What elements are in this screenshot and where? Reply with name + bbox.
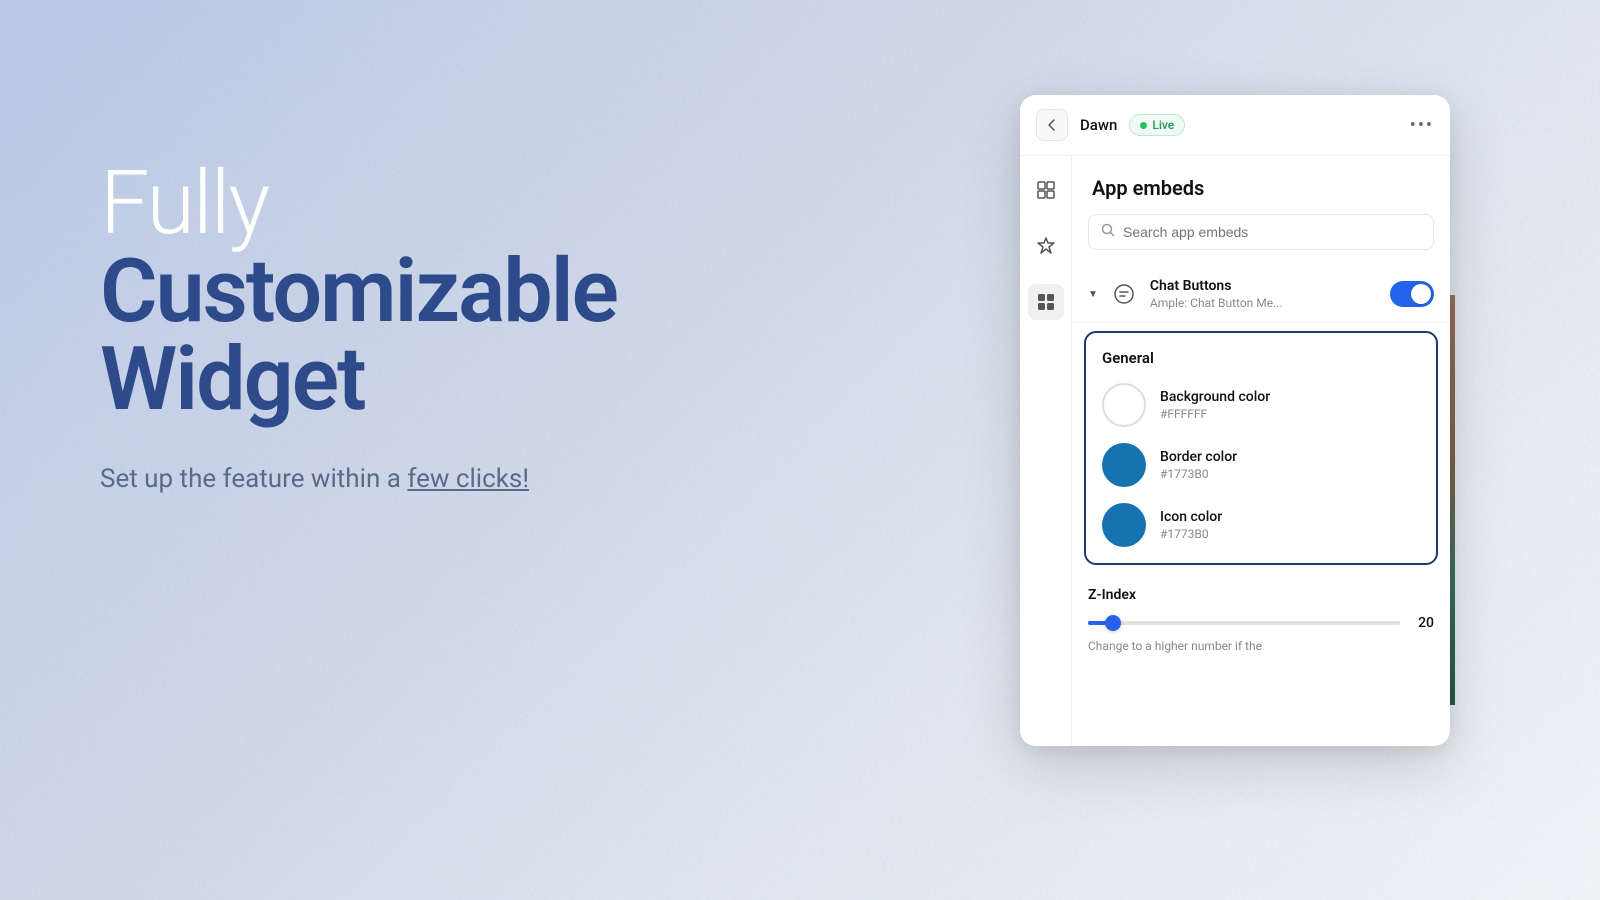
color-row-icon: Icon color #1773B0 — [1102, 503, 1420, 547]
color-info-icon: Icon color #1773B0 — [1160, 509, 1222, 541]
subtitle-pre: Set up the feature within a — [100, 464, 407, 494]
general-panel: General Background color #FFFFFF Bor — [1084, 331, 1438, 565]
icon-color-swatch[interactable] — [1102, 503, 1146, 547]
panel-container: Dawn Live ••• — [1020, 95, 1450, 746]
headline-line1: Fully — [100, 160, 617, 248]
chat-icon — [1108, 278, 1140, 310]
expand-arrow[interactable]: ▼ — [1088, 289, 1098, 300]
section-title: App embeds — [1072, 156, 1450, 214]
embed-row-chat: ▼ Chat Buttons Ample: Chat Button Me... — [1072, 266, 1450, 323]
color-info-border: Border color #1773B0 — [1160, 449, 1237, 481]
border-color-swatch[interactable] — [1102, 443, 1146, 487]
icon-color-label: Icon color — [1160, 509, 1222, 525]
back-button[interactable] — [1036, 109, 1068, 141]
search-icon — [1101, 223, 1115, 241]
slider-track — [1088, 621, 1400, 625]
slider-thumb[interactable] — [1105, 615, 1121, 631]
headline-line3: Widget — [100, 336, 617, 424]
live-badge: Live — [1129, 114, 1185, 136]
shopify-panel: Dawn Live ••• — [1020, 95, 1450, 746]
change-note: Change to a higher number if the — [1088, 639, 1434, 653]
panel-body: App embeds ▼ — [1020, 156, 1450, 746]
subtitle: Set up the feature within a few clicks! — [100, 464, 617, 494]
embed-subtitle: Ample: Chat Button Me... — [1150, 296, 1380, 310]
border-color-label: Border color — [1160, 449, 1237, 465]
embed-info: Chat Buttons Ample: Chat Button Me... — [1150, 278, 1380, 310]
color-row-border: Border color #1773B0 — [1102, 443, 1420, 487]
general-title: General — [1102, 349, 1420, 367]
left-content: Fully Customizable Widget Set up the fea… — [100, 160, 617, 494]
panel-header: Dawn Live ••• — [1020, 95, 1450, 156]
panel-content: App embeds ▼ — [1072, 156, 1450, 746]
sidebar-icon-customize[interactable] — [1028, 228, 1064, 264]
background-color-value: #FFFFFF — [1160, 407, 1270, 421]
slider-value: 20 — [1410, 615, 1434, 631]
headline-line2: Customizable — [100, 248, 617, 336]
zindex-section: Z-Index 20 Change to a higher number if … — [1072, 573, 1450, 663]
search-bar[interactable] — [1088, 214, 1434, 250]
zindex-title: Z-Index — [1088, 587, 1434, 603]
live-label: Live — [1152, 118, 1174, 132]
theme-title: Dawn — [1080, 116, 1117, 134]
subtitle-link[interactable]: few clicks! — [407, 464, 529, 494]
background-color-swatch[interactable] — [1102, 383, 1146, 427]
embed-name: Chat Buttons — [1150, 278, 1380, 294]
panel-sidebar — [1020, 156, 1072, 746]
slider-row: 20 — [1088, 615, 1434, 631]
sidebar-icon-sections[interactable] — [1028, 172, 1064, 208]
search-input[interactable] — [1123, 224, 1421, 240]
color-info-background: Background color #FFFFFF — [1160, 389, 1270, 421]
chat-toggle[interactable] — [1390, 281, 1434, 307]
live-dot — [1140, 122, 1147, 129]
border-color-value: #1773B0 — [1160, 467, 1237, 481]
color-row-background: Background color #FFFFFF — [1102, 383, 1420, 427]
background-color-label: Background color — [1160, 389, 1270, 405]
sidebar-icon-apps[interactable] — [1028, 284, 1064, 320]
more-button[interactable]: ••• — [1410, 115, 1434, 136]
icon-color-value: #1773B0 — [1160, 527, 1222, 541]
